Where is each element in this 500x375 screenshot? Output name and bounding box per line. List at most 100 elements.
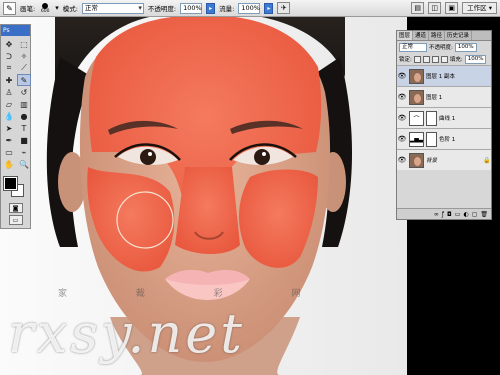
fill-label: 填充:	[449, 57, 463, 63]
lock-transparency-icon[interactable]	[413, 55, 421, 63]
layer-row[interactable]: 👁 背景 🔒	[397, 149, 491, 170]
layer-name: 图层 1 副本	[426, 74, 455, 80]
airbrush-icon[interactable]: ✈	[277, 2, 291, 14]
tab-history[interactable]: 历史记录	[445, 31, 473, 40]
layer-opacity-input[interactable]: 100%	[454, 42, 477, 52]
layer-row[interactable]: 👁 图层 1 副本	[397, 65, 491, 86]
new-layer-icon[interactable]: ▢	[472, 211, 478, 218]
stamp-tool-icon[interactable]: ♙	[2, 86, 16, 98]
layer-name: 色阶 1	[439, 137, 456, 143]
blend-mode-select[interactable]: 正常	[399, 42, 427, 52]
tab-paths[interactable]: 路径	[429, 31, 446, 40]
layer-mask-thumbnail	[426, 110, 437, 126]
palette-well-icon[interactable]: ◫	[428, 2, 442, 14]
zoom-tool-icon[interactable]: 🔍	[17, 158, 31, 170]
lock-row: 锁定: 填充: 100%	[397, 53, 491, 65]
shape-tool-icon[interactable]: ■	[17, 134, 31, 146]
layer-name: 图层 1	[426, 95, 443, 101]
layer-row[interactable]: 👁 ⌒ 曲线 1	[397, 107, 491, 128]
history-brush-tool-icon[interactable]: ↺	[17, 86, 31, 98]
blur-tool-icon[interactable]: 💧	[2, 110, 16, 122]
blend-row: 正常 不透明度: 100%	[397, 41, 491, 53]
eye-icon[interactable]: 👁	[397, 72, 407, 80]
path-select-tool-icon[interactable]: ➤	[2, 122, 16, 134]
layer-name: 曲线 1	[439, 116, 456, 122]
watermark-logo: rxsy.net	[8, 302, 245, 365]
toolbox-title[interactable]: Ps	[1, 25, 30, 36]
layer-style-icon[interactable]: ƒ	[442, 211, 444, 218]
flow-input[interactable]: 100%	[238, 2, 261, 14]
hand-tool-icon[interactable]: ✋	[2, 158, 16, 170]
levels-adjustment-icon: ▂▅▃	[409, 131, 424, 147]
mode-select[interactable]: 正常	[81, 2, 144, 14]
foreground-color-swatch[interactable]	[3, 176, 18, 191]
magic-wand-tool-icon[interactable]: ✧	[17, 50, 31, 62]
quick-mask-icon[interactable]: ◙	[8, 203, 23, 213]
opacity-slider-arrow-icon[interactable]: ▸	[206, 2, 216, 14]
brush-picker-arrow-icon[interactable]: ▾	[55, 4, 59, 12]
layer-opacity-label: 不透明度:	[429, 45, 453, 51]
crop-tool-icon[interactable]: ⌗	[2, 62, 16, 74]
curves-adjustment-icon: ⌒	[409, 110, 424, 126]
flow-slider-arrow-icon[interactable]: ▸	[264, 2, 274, 14]
add-mask-icon[interactable]: ◘	[447, 211, 452, 218]
tab-channels[interactable]: 通道	[413, 31, 430, 40]
lock-position-icon[interactable]	[431, 55, 439, 63]
move-tool-icon[interactable]: ✥	[2, 38, 16, 50]
slice-tool-icon[interactable]: ⟋	[17, 62, 31, 74]
eye-icon[interactable]: 👁	[397, 114, 407, 122]
tools-grid: ✥ ⬚ ᑐ ✧ ⌗ ⟋ ✚ ✎ ♙ ↺ ▱ ▥ 💧 ● ➤ T ✒ ■ ▭ ⌁ …	[1, 36, 31, 172]
pen-tool-icon[interactable]: ✒	[2, 134, 16, 146]
file-browser-icon[interactable]: ▤	[411, 2, 425, 14]
lock-all-icon[interactable]	[440, 55, 448, 63]
dodge-tool-icon[interactable]: ●	[17, 110, 31, 122]
brush-size-value: 600	[40, 8, 50, 14]
toolbox: Ps ✥ ⬚ ᑐ ✧ ⌗ ⟋ ✚ ✎ ♙ ↺ ▱ ▥ 💧 ● ➤ T ✒ ■ ▭…	[0, 24, 31, 229]
new-adjustment-icon[interactable]: ◐	[463, 211, 468, 218]
layer-name: 背景	[426, 158, 438, 164]
brush-tool-icon[interactable]: ✎	[17, 74, 31, 86]
layer-row[interactable]: 👁 图层 1	[397, 86, 491, 107]
lock-image-icon[interactable]	[422, 55, 430, 63]
notes-tool-icon[interactable]: ▭	[2, 146, 16, 158]
opacity-input[interactable]: 100%	[180, 2, 203, 14]
flow-label: 流量:	[219, 5, 235, 13]
brush-label: 画笔:	[20, 5, 36, 13]
dock-icon[interactable]: ▣	[445, 2, 459, 14]
eye-icon[interactable]: 👁	[397, 156, 407, 164]
screen-mode-icon[interactable]: ▭	[8, 215, 23, 225]
options-bar: ✎ 画笔: 600 ▾ 模式: 正常 不透明度: 100% ▸ 流量: 100%…	[0, 0, 500, 17]
brush-tool-preset-icon[interactable]: ✎	[3, 1, 16, 15]
gradient-tool-icon[interactable]: ▥	[17, 98, 31, 110]
color-swatches	[1, 175, 30, 201]
lasso-tool-icon[interactable]: ᑐ	[2, 50, 16, 62]
opacity-label: 不透明度:	[147, 5, 177, 13]
healing-tool-icon[interactable]: ✚	[2, 74, 16, 86]
link-layers-icon[interactable]: ∞	[434, 211, 439, 218]
panel-footer: ∞ ƒ ◘ ▭ ◐ ▢ 🗑	[397, 208, 491, 219]
brush-size-picker[interactable]: 600	[39, 2, 51, 15]
delete-layer-icon[interactable]: 🗑	[480, 211, 488, 218]
workspace-button[interactable]: 工作区 ▾	[462, 2, 497, 14]
layers-panel: 图层 通道 路径 历史记录 正常 不透明度: 100% 锁定: 填充: 100%…	[396, 30, 492, 220]
eye-icon[interactable]: 👁	[397, 93, 407, 101]
panel-tabs: 图层 通道 路径 历史记录	[397, 31, 491, 41]
eyedropper-tool-icon[interactable]: ⌁	[17, 146, 31, 158]
fill-input[interactable]: 100%	[464, 54, 487, 64]
marquee-tool-icon[interactable]: ⬚	[17, 38, 31, 50]
mode-label: 模式:	[62, 5, 78, 13]
lock-icon: 🔒	[483, 156, 491, 164]
lock-label: 锁定:	[399, 57, 412, 63]
lock-icons	[413, 55, 448, 63]
layer-thumbnail	[409, 89, 424, 105]
eye-icon[interactable]: 👁	[397, 135, 407, 143]
tab-layers[interactable]: 图层	[397, 31, 414, 40]
eraser-tool-icon[interactable]: ▱	[2, 98, 16, 110]
new-group-icon[interactable]: ▭	[455, 211, 461, 218]
document-canvas[interactable]: 家 裁 彩 网 rxsy.net	[0, 17, 407, 375]
layer-mask-thumbnail	[426, 131, 437, 147]
layer-row[interactable]: 👁 ▂▅▃ 色阶 1	[397, 128, 491, 149]
watermark-chars: 家 裁 彩 网	[58, 289, 334, 299]
type-tool-icon[interactable]: T	[17, 122, 31, 134]
layer-thumbnail	[409, 152, 424, 168]
